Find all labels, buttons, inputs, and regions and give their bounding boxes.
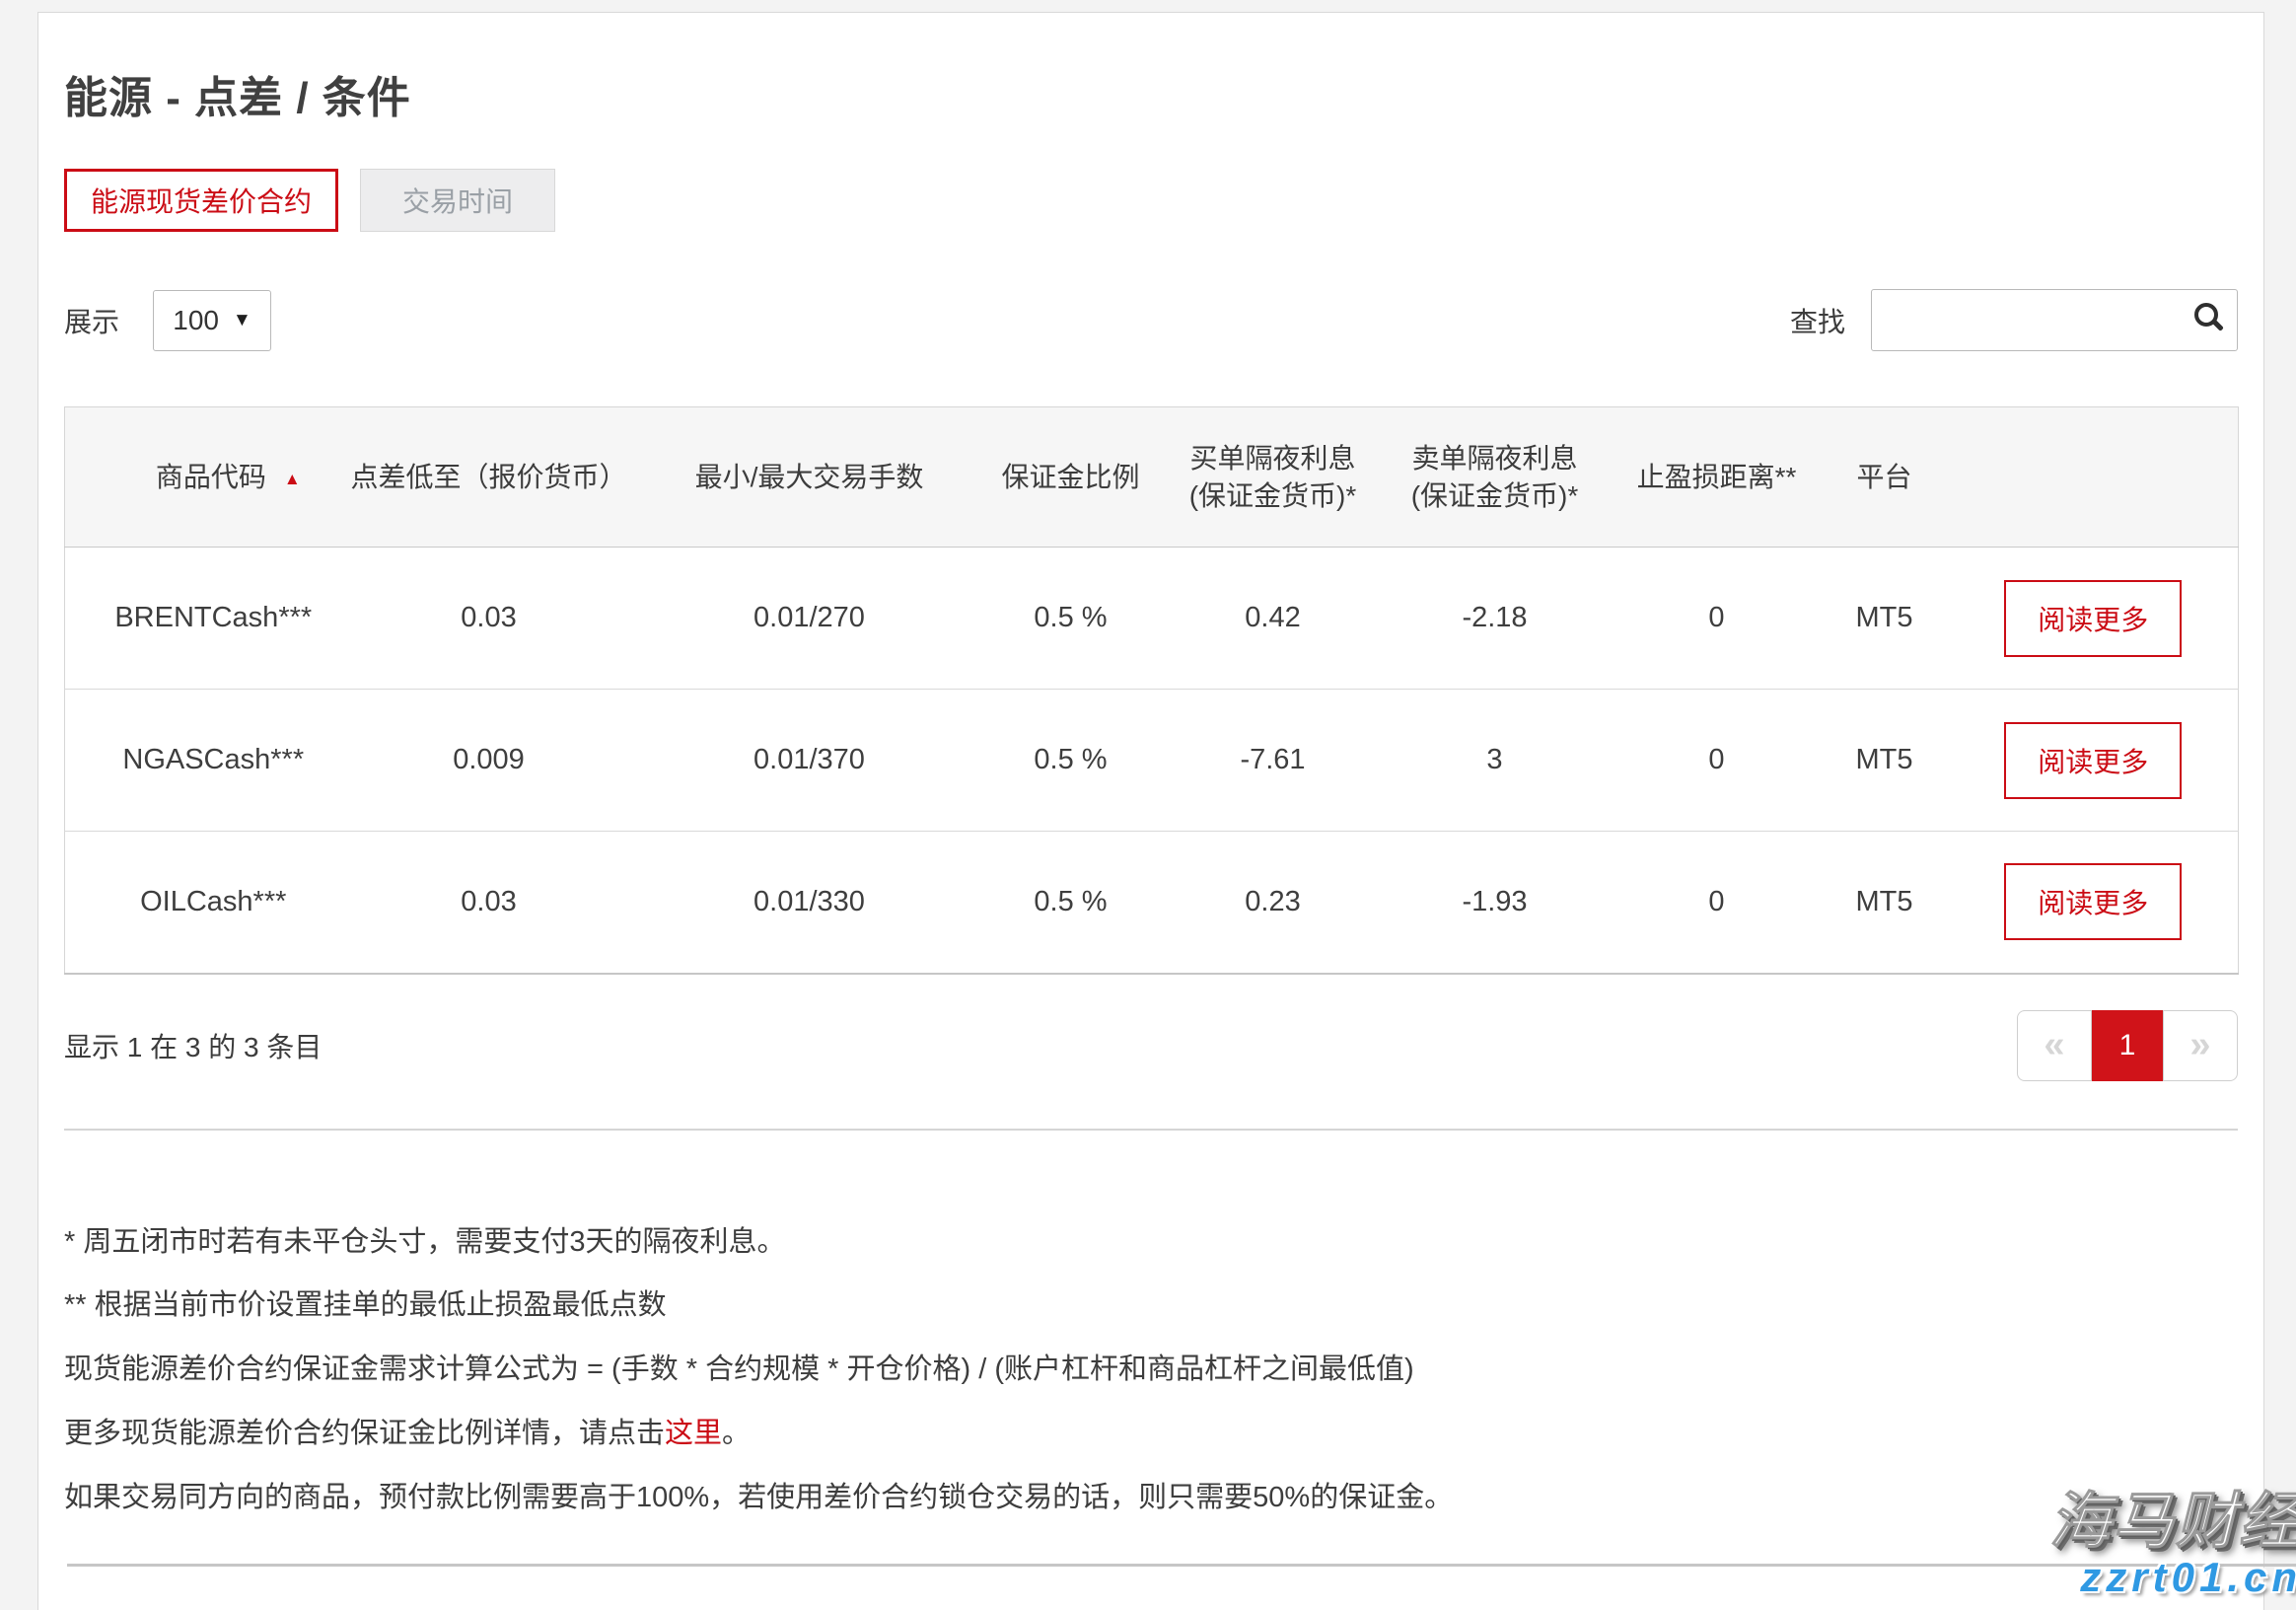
cell-swap-long: 0.23 <box>1170 832 1377 974</box>
column-header-margin[interactable]: 保证金比例 <box>972 407 1170 548</box>
footnote-hedged-margin: 如果交易同方向的商品，预付款比例需要高于100%，若使用差价合约锁仓交易的话，则… <box>64 1481 2238 1515</box>
here-link[interactable]: 这里 <box>665 1418 722 1449</box>
read-more-button[interactable]: 阅读更多 <box>2004 863 2182 940</box>
search-input[interactable] <box>1871 289 2238 351</box>
table-row: NGASCash*** 0.009 0.01/370 0.5 % -7.61 3… <box>65 690 2239 832</box>
watermark-brand: 海马财经 <box>2049 1492 2296 1553</box>
chevron-down-icon: ▼ <box>233 310 251 331</box>
cell-minmax: 0.01/370 <box>647 690 972 832</box>
footnote-stop-levels: ** 根据当前市价设置挂单的最低止损盈最低点数 <box>64 1288 2238 1323</box>
pagination: « 1 » <box>2017 1010 2238 1081</box>
search-box <box>1871 289 2238 351</box>
footnote-swap-friday: * 周五闭市时若有未平仓头寸，需要支付3天的隔夜利息。 <box>64 1225 2238 1260</box>
column-header-swap-short[interactable]: 卖单隔夜利息 (保证金货币)* <box>1377 407 1614 548</box>
watermark: 海马财经 zzrt01.cn <box>2049 1492 2296 1598</box>
table-row: OILCash*** 0.03 0.01/330 0.5 % 0.23 -1.9… <box>65 832 2239 974</box>
page-1-button[interactable]: 1 <box>2092 1010 2163 1081</box>
footnote-margin-details: 更多现货能源差价合约保证金比例详情，请点击这里。 <box>64 1417 2238 1451</box>
cell-swap-long: -7.61 <box>1170 690 1377 832</box>
content-card: 能源 - 点差 / 条件 能源现货差价合约 交易时间 展示 100 ▼ 查找 <box>37 12 2264 1610</box>
prev-page-button[interactable]: « <box>2017 1010 2092 1081</box>
column-header-minmax-lots[interactable]: 最小/最大交易手数 <box>647 407 972 548</box>
pagination-row: 显示 1 在 3 的 3 条目 « 1 » <box>64 1010 2238 1081</box>
cell-actions: 阅读更多 <box>1949 548 2239 690</box>
cell-actions: 阅读更多 <box>1949 832 2239 974</box>
bottom-divider <box>67 1564 2296 1567</box>
cell-swap-long: 0.42 <box>1170 548 1377 690</box>
column-header-platform[interactable]: 平台 <box>1821 407 1949 548</box>
tab-trading-hours[interactable]: 交易时间 <box>360 169 555 232</box>
search-icon[interactable] <box>2194 303 2218 327</box>
cell-margin: 0.5 % <box>972 690 1170 832</box>
cell-spread: 0.03 <box>331 832 647 974</box>
column-header-actions <box>1949 407 2239 548</box>
instruments-table: 商品代码 ▲ 点差低至（报价货币） 最小/最大交易手数 保证金比例 买单隔夜利息 … <box>64 406 2239 975</box>
page-title: 能源 - 点差 / 条件 <box>64 62 2238 125</box>
cell-platform: MT5 <box>1821 832 1949 974</box>
cell-symbol: OILCash*** <box>65 832 331 974</box>
footnotes: * 周五闭市时若有未平仓头寸，需要支付3天的隔夜利息。 ** 根据当前市价设置挂… <box>64 1225 2238 1515</box>
watermark-url: zzrt01.cn <box>2049 1557 2296 1598</box>
cell-swap-short: -1.93 <box>1377 832 1614 974</box>
cell-margin: 0.5 % <box>972 548 1170 690</box>
table-row: BRENTCash*** 0.03 0.01/270 0.5 % 0.42 -2… <box>65 548 2239 690</box>
cell-stop-distance: 0 <box>1614 548 1821 690</box>
page-size-value: 100 <box>173 305 219 336</box>
cell-swap-short: 3 <box>1377 690 1614 832</box>
cell-actions: 阅读更多 <box>1949 690 2239 832</box>
footnote-margin-formula: 现货能源差价合约保证金需求计算公式为 = (手数 * 合约规模 * 开仓价格) … <box>64 1353 2238 1387</box>
search-label: 查找 <box>1790 301 1845 340</box>
column-header-stop-distance[interactable]: 止盈损距离** <box>1614 407 1821 548</box>
sort-asc-icon: ▲ <box>284 470 301 488</box>
search-group: 查找 <box>1790 289 2238 351</box>
column-header-symbol[interactable]: 商品代码 ▲ <box>65 407 331 548</box>
cell-minmax: 0.01/330 <box>647 832 972 974</box>
read-more-button[interactable]: 阅读更多 <box>2004 580 2182 657</box>
cell-spread: 0.009 <box>331 690 647 832</box>
cell-swap-short: -2.18 <box>1377 548 1614 690</box>
next-page-button[interactable]: » <box>2163 1010 2238 1081</box>
page-size-group: 展示 100 ▼ <box>64 290 271 351</box>
tab-bar: 能源现货差价合约 交易时间 <box>64 169 2238 232</box>
column-header-spread[interactable]: 点差低至（报价货币） <box>331 407 647 548</box>
cell-stop-distance: 0 <box>1614 690 1821 832</box>
cell-minmax: 0.01/270 <box>647 548 972 690</box>
cell-platform: MT5 <box>1821 690 1949 832</box>
column-header-swap-long[interactable]: 买单隔夜利息 (保证金货币)* <box>1170 407 1377 548</box>
cell-spread: 0.03 <box>331 548 647 690</box>
table-controls: 展示 100 ▼ 查找 <box>64 289 2238 351</box>
cell-stop-distance: 0 <box>1614 832 1821 974</box>
section-divider <box>64 1129 2238 1131</box>
cell-platform: MT5 <box>1821 548 1949 690</box>
cell-symbol: NGASCash*** <box>65 690 331 832</box>
table-summary: 显示 1 在 3 的 3 条目 <box>64 1026 322 1065</box>
cell-margin: 0.5 % <box>972 832 1170 974</box>
column-header-symbol-label: 商品代码 <box>156 462 266 492</box>
read-more-button[interactable]: 阅读更多 <box>2004 722 2182 799</box>
show-label: 展示 <box>64 301 119 340</box>
tab-energy-spot-cfd[interactable]: 能源现货差价合约 <box>64 169 338 232</box>
cell-symbol: BRENTCash*** <box>65 548 331 690</box>
chevrons-left-icon: « <box>2044 1024 2064 1066</box>
chevrons-right-icon: » <box>2189 1024 2210 1066</box>
header-row: 商品代码 ▲ 点差低至（报价货币） 最小/最大交易手数 保证金比例 买单隔夜利息 … <box>65 407 2239 548</box>
page-size-select[interactable]: 100 ▼ <box>153 290 271 351</box>
